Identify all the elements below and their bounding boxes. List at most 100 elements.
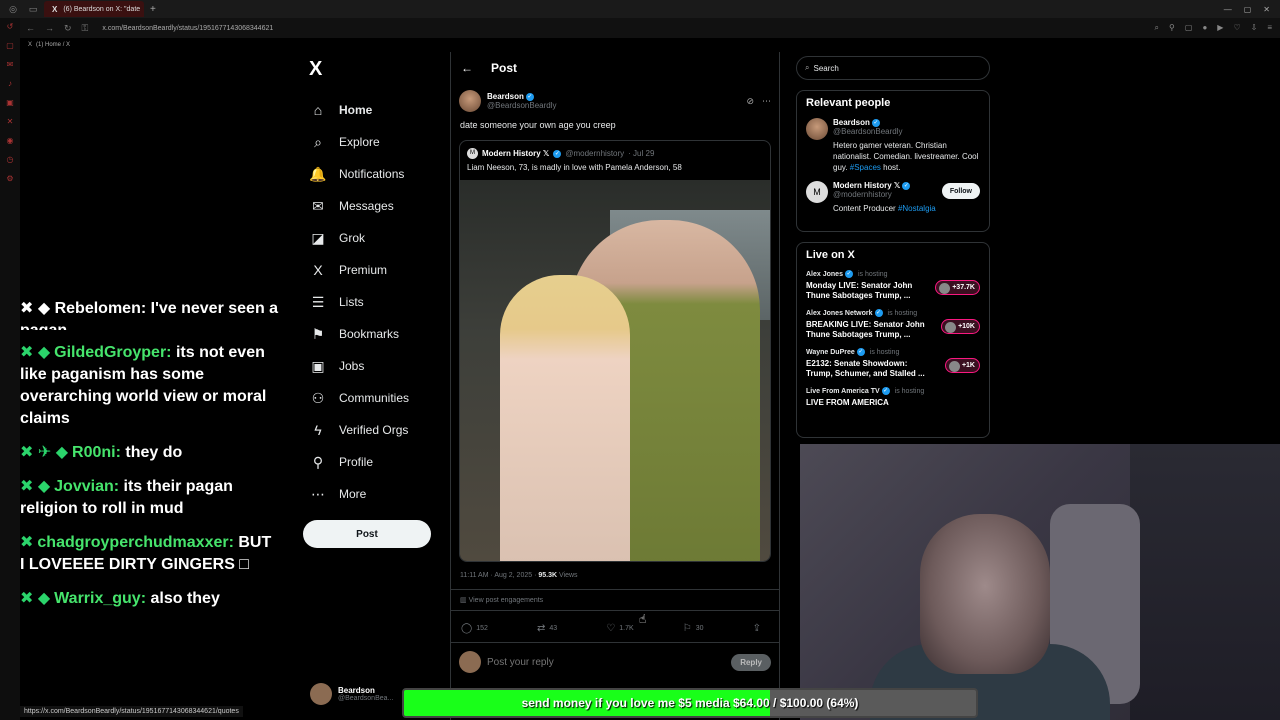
- menu-icon[interactable]: ≡: [1267, 23, 1272, 33]
- live-space-item[interactable]: Live From America TV ✓ is hosting LIVE FRO…: [806, 387, 980, 408]
- heart-icon[interactable]: ♡: [1233, 23, 1240, 33]
- live-space-item[interactable]: Alex Jones ✓ is hosting Monday LIVE: Senat…: [806, 270, 980, 301]
- post-button[interactable]: Post: [303, 520, 431, 548]
- x-premium-icon: X: [313, 262, 323, 278]
- back-arrow-icon[interactable]: ←: [461, 61, 473, 75]
- hosting-label: is hosting: [894, 387, 925, 395]
- avatar: [310, 683, 332, 705]
- minimize-icon[interactable]: —: [1224, 5, 1232, 14]
- account-handle: @BeardsonBea...: [338, 695, 394, 702]
- grok-explain-icon[interactable]: ⊘: [746, 96, 754, 107]
- listener-count: +10K: [941, 319, 980, 334]
- hashtag-link[interactable]: #Spaces: [850, 163, 881, 172]
- author-name[interactable]: Beardson: [487, 92, 524, 101]
- twitch-icon[interactable]: ▣: [6, 98, 14, 107]
- sidebar-item-label: Home: [339, 103, 373, 117]
- x-sidebar-icon[interactable]: ✕: [7, 117, 14, 126]
- search-input[interactable]: [813, 63, 964, 73]
- browser-tab-active[interactable]: X (6) Beardson on X: "date ×: [44, 1, 144, 17]
- sidebar-item-profile[interactable]: ⚲ Profile: [303, 446, 448, 478]
- avatar[interactable]: [459, 90, 481, 112]
- search-icon: ⌕: [314, 133, 322, 150]
- bookmark-action[interactable]: ⚐ 30: [683, 623, 704, 634]
- follow-button[interactable]: Follow: [941, 183, 980, 199]
- sidebar-item-label: Communities: [339, 391, 410, 405]
- briefcase-icon: ▣: [311, 357, 325, 374]
- bell-icon: 🔔: [309, 165, 327, 182]
- extension-icon[interactable]: ⚲: [1169, 23, 1175, 33]
- view-engagements-link[interactable]: ▥ View post engagements: [451, 589, 779, 611]
- repost-action[interactable]: ⇄ 43: [537, 623, 557, 634]
- sidebar-item-more[interactable]: ⋯ More: [303, 478, 448, 510]
- verified-badge-icon: ✓: [874, 309, 883, 317]
- hosting-label: is hosting: [857, 270, 888, 278]
- chat-badge-icon: ✖: [20, 534, 34, 551]
- account-switcher[interactable]: Beardson @BeardsonBea...: [310, 683, 393, 705]
- relevant-people-panel: Relevant people Beardson ✓ @BeardsonBeard…: [796, 90, 990, 232]
- person-card[interactable]: M Modern History 𝕏 ✓ @modernhistory Conte…: [806, 181, 980, 214]
- sidebar-item-notifications[interactable]: 🔔 Notifications: [303, 158, 448, 190]
- close-window-icon[interactable]: ✕: [1263, 5, 1270, 14]
- sidebar-item-explore[interactable]: ⌕ Explore: [303, 126, 448, 158]
- forward-icon[interactable]: →: [45, 23, 54, 33]
- sidebar-item-premium[interactable]: X Premium: [303, 254, 448, 286]
- reload-icon[interactable]: ↻: [64, 23, 72, 34]
- chat-text: they do: [125, 444, 183, 461]
- sidebar-item-messages[interactable]: ✉ Messages: [303, 190, 448, 222]
- reply-button[interactable]: Reply: [731, 653, 771, 671]
- browser-menu-icon[interactable]: ◎: [6, 2, 20, 16]
- x-home-logo[interactable]: X: [309, 58, 448, 80]
- play-icon[interactable]: ▶: [1217, 23, 1223, 33]
- reply-input[interactable]: [487, 656, 726, 668]
- like-action[interactable]: ♡ 1.7K: [606, 623, 633, 634]
- maximize-icon[interactable]: ▢: [1244, 5, 1252, 14]
- sidebar-item-label: Notifications: [339, 167, 405, 181]
- screenshot-icon[interactable]: ▢: [1185, 23, 1193, 33]
- reply-action[interactable]: ◯ 152: [461, 623, 488, 634]
- search-box[interactable]: ⌕: [796, 56, 990, 80]
- more-options-icon[interactable]: ⋯: [762, 96, 771, 107]
- record-ext-icon[interactable]: ●: [1202, 23, 1207, 33]
- download-icon[interactable]: ⇩: [1251, 23, 1258, 33]
- quote-photo[interactable]: [460, 180, 770, 561]
- back-icon[interactable]: ←: [26, 23, 35, 33]
- hashtag-link[interactable]: #Nostalgia: [898, 204, 936, 213]
- sidebar-item-communities[interactable]: ⚇ Communities: [303, 382, 448, 414]
- post-timestamp[interactable]: 11:11 AM · Aug 2, 2025 ·: [460, 572, 536, 579]
- host-name: Wayne DuPree: [806, 348, 855, 356]
- person-card[interactable]: Beardson ✓ @BeardsonBeardly Hetero gamer …: [806, 118, 980, 173]
- gmail-icon[interactable]: ✉: [7, 60, 14, 69]
- record-icon[interactable]: ◉: [7, 136, 14, 145]
- sidebar-item-lists[interactable]: ☰ Lists: [303, 286, 448, 318]
- panel-title: Live on X: [806, 249, 855, 261]
- live-space-item[interactable]: Wayne DuPree ✓ is hosting E2132: Senate Sh…: [806, 348, 980, 379]
- history-icon[interactable]: ↺: [7, 22, 14, 31]
- chat-username: R00ni:: [72, 444, 121, 461]
- settings-icon[interactable]: ⚙: [6, 174, 13, 183]
- quoted-post[interactable]: M Modern History 𝕏 ✓ @modernhistory · Ju…: [459, 140, 771, 562]
- workspaces-icon[interactable]: ▭: [26, 2, 40, 16]
- tab-icon[interactable]: ▢: [6, 41, 14, 50]
- bookmark-home[interactable]: (1) Home / X: [36, 42, 70, 48]
- sidebar-item-home[interactable]: ⌂ Home: [303, 94, 448, 126]
- bio-text: host.: [883, 163, 901, 172]
- repost-count: 43: [549, 625, 558, 632]
- new-tab-button[interactable]: +: [150, 4, 156, 15]
- zoom-icon[interactable]: ⌕: [1155, 23, 1159, 33]
- x-sidebar: X ⌂ Home ⌕ Explore 🔔 Notifications ✉ Message…: [303, 58, 448, 548]
- browser-sidebar: ↺ ▢ ✉ ♪ ▣ ✕ ◉ ◷ ⚙: [0, 18, 20, 720]
- clock-icon[interactable]: ◷: [7, 155, 14, 164]
- panel-title: Relevant people: [806, 97, 891, 109]
- live-space-item[interactable]: Alex Jones Network ✓ is hosting BREAKING L…: [806, 309, 980, 340]
- sidebar-item-verified-orgs[interactable]: ϟ Verified Orgs: [303, 414, 448, 446]
- verified-badge-icon: ✓: [525, 92, 534, 101]
- avatar: M: [806, 181, 828, 203]
- music-icon[interactable]: ♪: [8, 79, 12, 88]
- author-handle[interactable]: @BeardsonBeardly: [487, 101, 557, 110]
- address-bar[interactable]: x.com/BeardsonBeardly/status/19516771430…: [102, 25, 273, 32]
- sidebar-item-grok[interactable]: ◪ Grok: [303, 222, 448, 254]
- sidebar-item-jobs[interactable]: ▣ Jobs: [303, 350, 448, 382]
- sidebar-item-bookmarks[interactable]: ⚑ Bookmarks: [303, 318, 448, 350]
- hosting-label: is hosting: [869, 348, 900, 356]
- share-action[interactable]: ⇪: [753, 623, 761, 634]
